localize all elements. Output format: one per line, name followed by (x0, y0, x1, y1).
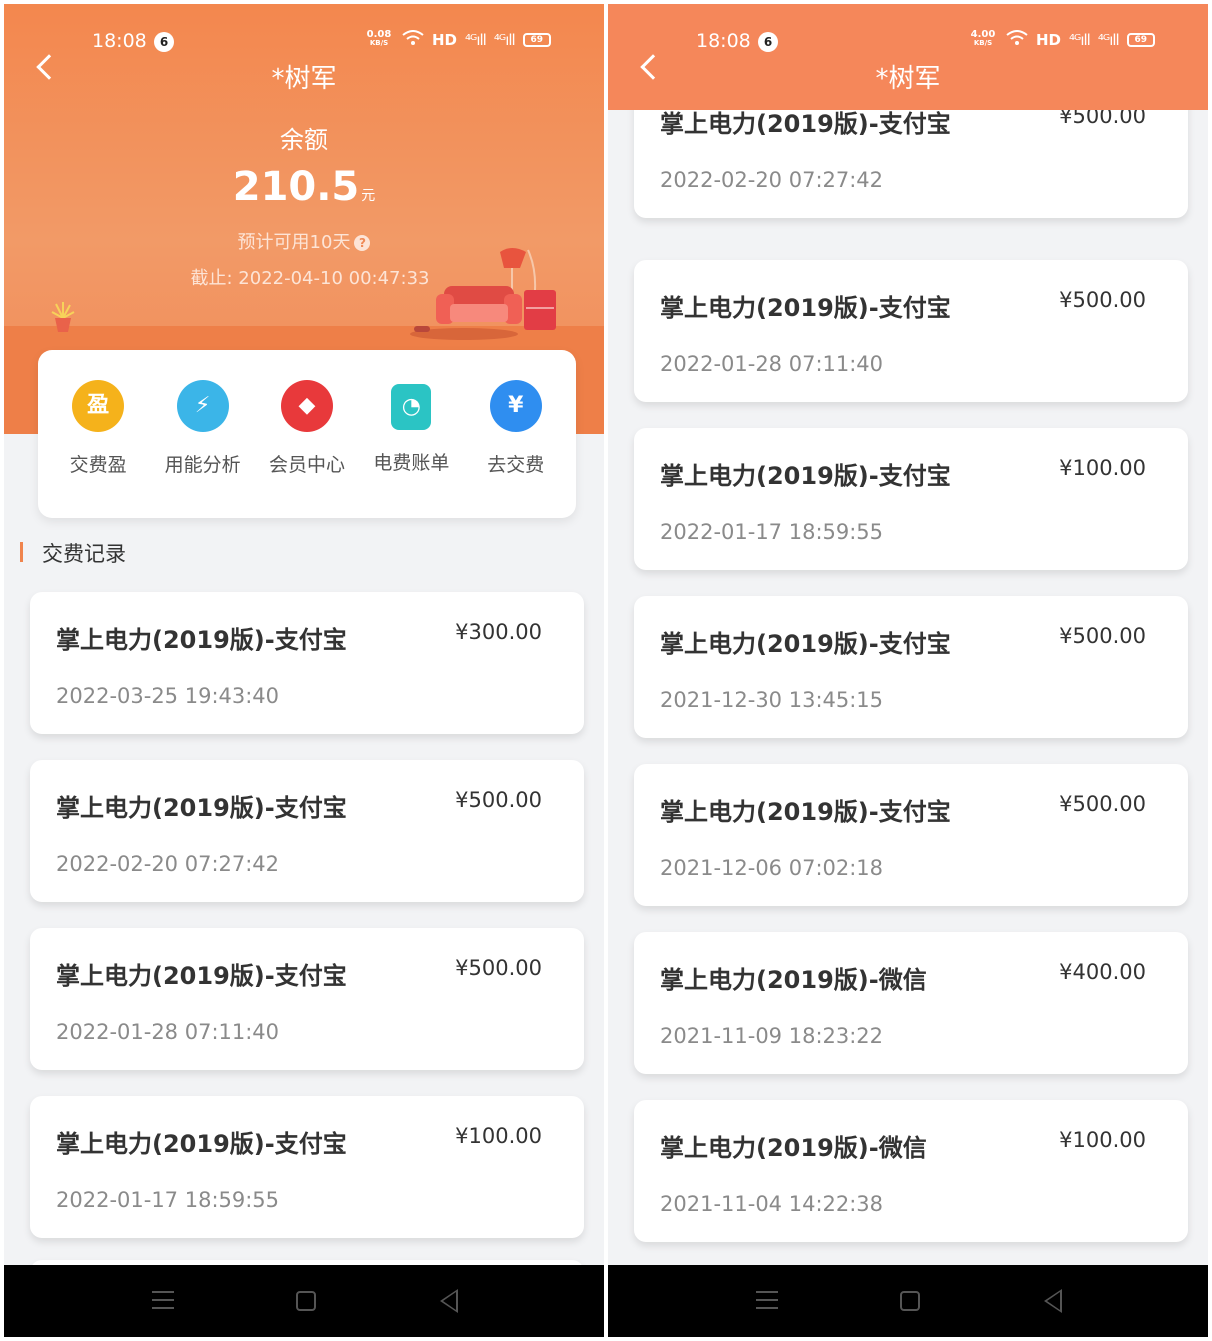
balance-label: 余额 (280, 126, 328, 154)
coin-icon: 盈 (72, 380, 125, 432)
battery-icon: 69 (1126, 33, 1155, 47)
record-name: 掌上电力(2019版)-支付宝 (660, 798, 951, 826)
record-time: 2022-01-28 07:11:40 (660, 352, 884, 376)
app-header: *树军 (4, 4, 604, 110)
phone-screen-left: 18:08 6 0.08 KB/S HD ⁴ᴳıll ⁴ᴳıll 69 *树军 … (4, 4, 604, 1337)
payment-record[interactable]: 掌上电力(2019版)-支付宝 ¥300.00 2022-03-25 19:43… (30, 592, 584, 734)
record-name: 掌上电力(2019版)-微信 (660, 966, 927, 994)
balance-amount: 210.5 元 (4, 164, 604, 210)
payment-record[interactable]: 掌上电力(2019版)-支付宝 ¥500.00 2022-02-20 07:27… (634, 110, 1188, 218)
quick-actions-card: 盈 交费盈 ⚡ 用能分析 ◆ 会员中心 ◔ 电费账单 ¥ 去交费 (38, 350, 576, 518)
hd-indicator: HD (1036, 31, 1062, 49)
payment-record-list[interactable]: 掌上电力(2019版)-支付宝 ¥500.00 2022-02-20 07:27… (608, 110, 1208, 1265)
record-time: 2021-11-09 18:23:22 (660, 1024, 884, 1048)
signal-icon-2: ⁴ᴳıll (1097, 31, 1120, 49)
payment-record[interactable]: 掌上电力(2019版)-支付宝 ¥500.00 2022-01-28 07:11… (30, 928, 584, 1070)
quick-action-label: 会员中心 (268, 454, 345, 476)
record-name: 掌上电力(2019版)-支付宝 (56, 962, 347, 990)
record-time: 2022-02-20 07:27:42 (660, 168, 884, 192)
record-time: 2022-01-17 18:59:55 (56, 1188, 280, 1212)
record-name: 掌上电力(2019版)-微信 (660, 1134, 927, 1162)
payment-record[interactable]: 掌上电力(2019版)-微信 ¥400.00 2021-11-09 18:23:… (634, 932, 1188, 1074)
status-time: 18:08 (696, 30, 751, 52)
quick-action-bill[interactable]: ◔ 电费账单 (361, 380, 461, 518)
yuan-icon: ¥ (489, 380, 542, 432)
network-speed: 4.00 KB/S (970, 29, 996, 48)
record-amount: ¥100.00 (455, 1124, 542, 1148)
record-time: 2022-01-17 18:59:55 (660, 520, 884, 544)
bill-icon: ◔ (391, 384, 432, 430)
record-name: 掌上电力(2019版)-支付宝 (660, 294, 951, 322)
page-title: *树军 (875, 64, 941, 94)
system-nav-bar (4, 1265, 604, 1337)
quick-action-member-center[interactable]: ◆ 会员中心 (257, 380, 357, 518)
payment-record[interactable]: 掌上电力(2019版)-支付宝 ¥500.00 2022-02-20 07:27… (30, 760, 584, 902)
record-time: 2021-11-04 14:22:38 (660, 1192, 884, 1216)
record-time: 2021-12-30 13:45:15 (660, 688, 884, 712)
menu-icon[interactable] (152, 1291, 174, 1309)
notification-count-badge: 6 (758, 32, 778, 52)
record-amount: ¥300.00 (455, 620, 542, 644)
payment-record[interactable]: 掌上电力(2019版)-支付宝 ¥100.00 2022-01-17 18:59… (634, 428, 1188, 570)
record-amount: ¥100.00 (1059, 456, 1146, 480)
quick-action-energy-analysis[interactable]: ⚡ 用能分析 (153, 380, 253, 518)
quick-action-jiaofeiying[interactable]: 盈 交费盈 (48, 380, 148, 518)
back-triangle-icon[interactable] (440, 1289, 458, 1313)
record-name: 掌上电力(2019版)-支付宝 (56, 1130, 347, 1158)
energy-icon: ⚡ (176, 380, 229, 432)
page-title: *树军 (271, 64, 337, 94)
sofa-illustration (404, 242, 564, 346)
estimate-days: 预计可用10天? (4, 228, 604, 254)
app-header-compact: 18:08 6 4.00 KB/S HD ⁴ᴳıll ⁴ᴳıll 69 *树军 (608, 4, 1208, 110)
quick-action-label: 去交费 (487, 454, 545, 476)
estimate-text: 预计可用10天 (237, 232, 351, 253)
record-name: 掌上电力(2019版)-支付宝 (660, 630, 951, 658)
record-amount: ¥500.00 (1059, 624, 1146, 648)
record-name: 掌上电力(2019版)-支付宝 (660, 110, 951, 138)
record-name: 掌上电力(2019版)-支付宝 (660, 462, 951, 490)
balance-unit: 元 (361, 188, 376, 204)
system-nav-bar (608, 1265, 1208, 1337)
record-name: 掌上电力(2019版)-支付宝 (56, 794, 347, 822)
record-amount: ¥500.00 (1059, 792, 1146, 816)
signal-icon-1: ⁴ᴳıll (1069, 31, 1091, 49)
quick-action-label: 交费盈 (69, 454, 127, 476)
record-amount: ¥100.00 (1059, 1128, 1146, 1152)
payment-record[interactable]: 掌上电力(2019版)-支付宝 ¥100.00 2022-01-17 18:59… (30, 1096, 584, 1238)
wifi-icon (1006, 30, 1028, 50)
quick-action-label: 电费账单 (373, 452, 450, 474)
record-time: 2022-01-28 07:11:40 (56, 1020, 280, 1044)
record-amount: ¥500.00 (1059, 110, 1146, 128)
section-title: 交费记录 (42, 542, 126, 566)
balance-deadline: 截止: 2022-04-10 00:47:33 (190, 268, 430, 289)
record-amount: ¥400.00 (1059, 960, 1146, 984)
record-amount: ¥500.00 (455, 788, 542, 812)
record-name: 掌上电力(2019版)-支付宝 (56, 626, 347, 654)
diamond-icon: ◆ (280, 380, 333, 432)
balance-value: 210.5 (232, 164, 360, 210)
home-icon[interactable] (296, 1291, 316, 1311)
section-accent-bar (20, 542, 23, 562)
status-icons: HD ⁴ᴳıll ⁴ᴳıll 69 (1006, 30, 1155, 50)
phone-screen-right: 掌上电力(2019版)-支付宝 ¥500.00 2022-02-20 07:27… (608, 4, 1208, 1337)
plant-illustration (48, 300, 78, 338)
payment-record[interactable]: 掌上电力(2019版)-支付宝 ¥500.00 2021-12-30 13:45… (634, 596, 1188, 738)
quick-action-pay[interactable]: ¥ 去交费 (466, 380, 566, 518)
record-amount: ¥500.00 (455, 956, 542, 980)
quick-action-label: 用能分析 (164, 454, 241, 476)
help-icon[interactable]: ? (354, 235, 371, 251)
home-icon[interactable] (900, 1291, 920, 1311)
record-time: 2021-12-06 07:02:18 (660, 856, 884, 880)
payment-record[interactable]: 掌上电力(2019版)-微信 ¥100.00 2021-11-04 14:22:… (634, 1100, 1188, 1242)
back-triangle-icon[interactable] (1044, 1289, 1062, 1313)
payment-record[interactable]: 掌上电力(2019版)-支付宝 ¥500.00 2022-01-28 07:11… (634, 260, 1188, 402)
record-time: 2022-03-25 19:43:40 (56, 684, 280, 708)
payment-record[interactable]: 掌上电力(2019版)-支付宝 ¥500.00 2021-12-06 07:02… (634, 764, 1188, 906)
record-amount: ¥500.00 (1059, 288, 1146, 312)
menu-icon[interactable] (756, 1291, 778, 1309)
record-time: 2022-02-20 07:27:42 (56, 852, 280, 876)
